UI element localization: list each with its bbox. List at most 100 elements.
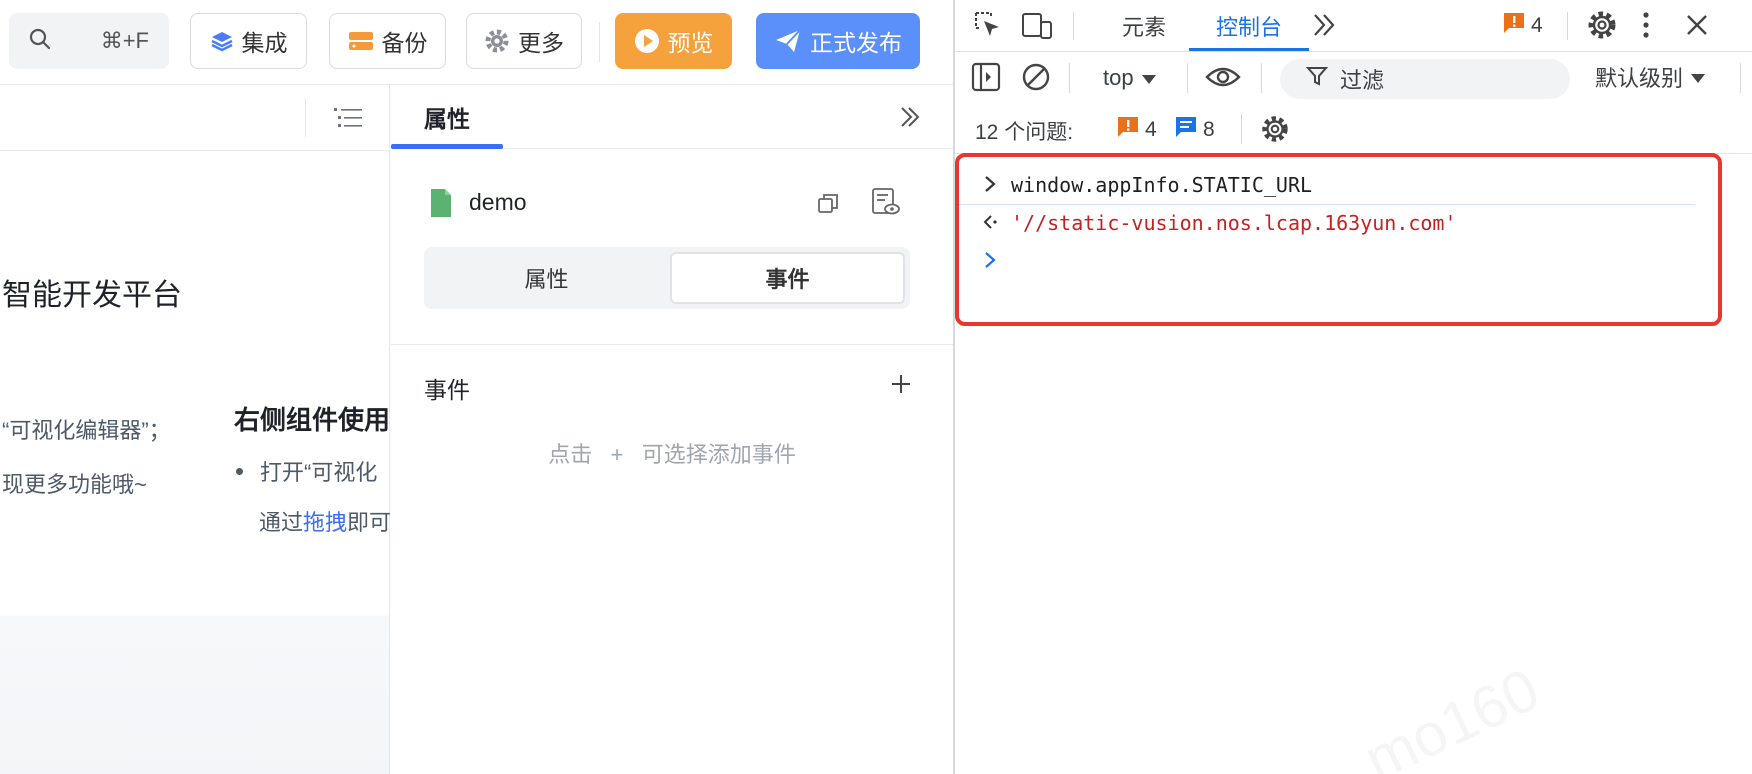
console-input-row[interactable]: window.appInfo.STATIC_URL (955, 167, 1695, 205)
caret-down-icon (1141, 65, 1156, 91)
publish-label: 正式发布 (810, 30, 902, 56)
segment-properties[interactable]: 属性 (429, 252, 664, 304)
devtools-tab-bar: 元素 控制台 4 (955, 0, 1752, 52)
tab-separator (1073, 12, 1074, 40)
issues-badge-count: 4 (1531, 14, 1543, 37)
console-tab-underline (1189, 48, 1309, 51)
events-empty-hint: 点击 + 可选择添加事件 (391, 437, 953, 469)
plus-icon[interactable] (891, 374, 911, 399)
editor-topbar: ⌘+F 集成 备份 更多 预览 正式发布 (0, 0, 953, 84)
info-count-value: 8 (1203, 118, 1215, 141)
file-icon (429, 189, 453, 222)
tab-elements[interactable]: 元素 (1095, 0, 1193, 52)
warning-flag-icon (1117, 116, 1139, 144)
preview-label: 预览 (667, 30, 714, 56)
publish-button[interactable]: 正式发布 (756, 13, 920, 69)
properties-header: 属性 (391, 85, 953, 149)
log-level-select[interactable]: 默认级别 (1595, 61, 1706, 93)
outline-list-icon[interactable] (334, 105, 362, 136)
chevron-right-icon (983, 175, 997, 197)
context-value: top (1103, 65, 1134, 90)
issues-warning-count[interactable]: 4 (1117, 116, 1157, 144)
issues-separator (1241, 114, 1242, 144)
settings-gear-icon[interactable] (1585, 8, 1619, 47)
props-divider (391, 344, 953, 345)
hint-suffix: 可选择添加事件 (641, 442, 796, 467)
context-select[interactable]: top (1103, 60, 1156, 96)
send-icon (774, 28, 802, 54)
properties-panel: 属性 demo 属性 事件 事件 点击 + 可选择添加事件 (391, 85, 953, 774)
canvas-drag-text: 通过拖拽即可 (259, 505, 391, 537)
issues-summary: 12 个问题: (975, 121, 1074, 144)
more-tabs-chevron-icon[interactable] (1311, 12, 1339, 43)
layers-icon (210, 29, 234, 53)
gear-icon (484, 28, 510, 54)
canvas-section-heading: 右侧组件使用 (234, 405, 391, 435)
return-arrow-icon (983, 213, 999, 235)
log-level-value: 默认级别 (1595, 66, 1684, 91)
doc-preview-icon[interactable] (871, 187, 901, 222)
component-info: demo (429, 185, 919, 225)
tab-separator (1567, 12, 1568, 40)
canvas-bullet-text: 打开“可视化 (260, 460, 378, 485)
low-code-editor: ⌘+F 集成 备份 更多 预览 正式发布 智能开发平台 右侧组件使用 “可视化编… (0, 0, 953, 774)
preview-button[interactable]: 预览 (615, 13, 732, 69)
backup-label: 备份 (381, 30, 428, 56)
issues-counter-badge[interactable]: 4 (1503, 12, 1543, 40)
filter-input[interactable]: 过滤 (1280, 59, 1570, 99)
prompt-chevron-icon (983, 251, 997, 273)
drag-link[interactable]: 拖拽 (303, 510, 347, 535)
canvas-toolbar (0, 85, 390, 151)
tab-underline (391, 144, 503, 149)
hint-prefix: 点击 (548, 442, 593, 467)
device-toolbar-icon[interactable] (1021, 10, 1053, 45)
issues-bar: 12 个问题: 4 8 (955, 104, 1752, 154)
search-shortcut: ⌘+F (100, 28, 149, 53)
kebab-menu-icon[interactable] (1641, 10, 1651, 45)
console-prompt-row[interactable] (955, 243, 1752, 281)
integrate-button[interactable]: 集成 (190, 13, 307, 69)
devtools-panel: 元素 控制台 4 top 过滤 默认级别 12 个问题: 4 8 window.… (953, 0, 1752, 774)
info-message-icon (1175, 116, 1197, 144)
copy-icon[interactable] (817, 193, 839, 220)
server-icon (348, 29, 374, 53)
eye-icon[interactable] (1205, 64, 1241, 95)
sidebar-toggle-icon[interactable] (971, 62, 1001, 97)
caret-down-icon (1691, 64, 1706, 90)
component-name: demo (469, 189, 527, 215)
canvas-text-line1: “可视化编辑器”； (2, 418, 171, 443)
console-result-text: '//static-vusion.nos.lcap.163yun.com' (1011, 211, 1457, 235)
search-icon (29, 28, 51, 55)
tab-console[interactable]: 控制台 (1189, 0, 1309, 52)
warning-count-value: 4 (1145, 118, 1157, 141)
design-canvas[interactable]: 智能开发平台 右侧组件使用 “可视化编辑器”； 现更多功能哦~ 打开“可视化 通… (0, 85, 391, 774)
toolbar-separator (1069, 63, 1070, 93)
warning-flag-icon (1503, 12, 1525, 40)
drag-prefix: 通过 (259, 510, 304, 535)
search-box[interactable]: ⌘+F (9, 13, 169, 69)
toolbar-separator (1740, 63, 1741, 93)
close-icon[interactable] (1685, 13, 1709, 42)
clear-console-icon[interactable] (1021, 62, 1051, 97)
segment-events[interactable]: 事件 (670, 252, 905, 304)
events-section-title: 事件 (424, 377, 470, 403)
canvas-page-title: 智能开发平台 (2, 279, 182, 312)
backup-button[interactable]: 备份 (329, 13, 446, 69)
canvas-toolbar-divider (305, 99, 306, 137)
tab-properties[interactable]: 属性 (391, 85, 503, 149)
issues-info-count[interactable]: 8 (1175, 116, 1215, 144)
topbar-divider (599, 22, 600, 62)
inspect-element-icon[interactable] (973, 10, 1003, 45)
drag-suffix: 即可 (347, 510, 392, 535)
toolbar-separator (1187, 63, 1188, 93)
filter-funnel-icon (1305, 65, 1329, 93)
console-result-row[interactable]: '//static-vusion.nos.lcap.163yun.com' (955, 205, 1752, 243)
issues-settings-gear-icon[interactable] (1259, 113, 1291, 150)
toolbar-separator (1261, 63, 1262, 93)
integrate-label: 集成 (241, 30, 288, 56)
more-button[interactable]: 更多 (466, 13, 582, 69)
play-icon (634, 28, 660, 54)
hint-plus: + (610, 442, 624, 467)
console-output[interactable]: window.appInfo.STATIC_URL '//static-vusi… (955, 155, 1752, 774)
double-chevron-right-icon[interactable] (898, 105, 922, 134)
